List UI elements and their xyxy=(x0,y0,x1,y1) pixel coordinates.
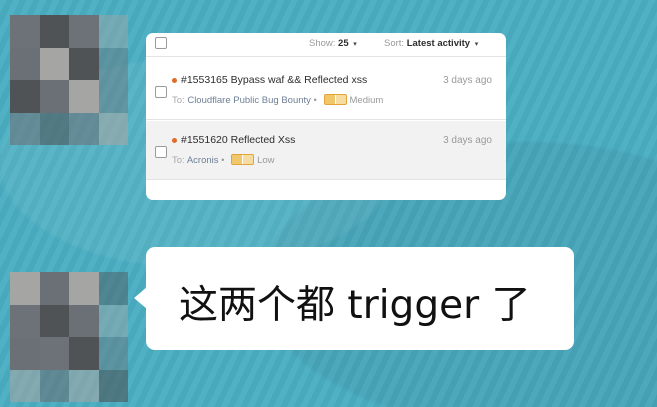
avatar-pixel xyxy=(10,272,40,305)
status-dot-icon xyxy=(172,78,177,83)
avatar-pixel xyxy=(10,112,40,145)
screenshot-card[interactable]: Show: 25 ▾ Sort: Latest activity ▾ #1553… xyxy=(146,33,506,200)
avatar-pixel xyxy=(10,369,40,402)
show-value: 25 xyxy=(338,38,349,49)
sort-value: Latest activity xyxy=(406,38,471,49)
caret-down-icon: ▾ xyxy=(353,41,357,48)
severity-label: Medium xyxy=(349,95,384,106)
status-dot-icon xyxy=(172,138,177,143)
separator: • xyxy=(313,95,317,106)
avatar-pixel xyxy=(39,304,69,337)
sort-dropdown[interactable]: Sort: Latest activity ▾ xyxy=(384,38,478,49)
avatar-pixel xyxy=(98,272,128,305)
avatar-pixel xyxy=(39,112,69,145)
avatar-pixel xyxy=(39,272,69,305)
severity-bar-icon xyxy=(231,154,255,165)
avatar-pixel xyxy=(10,80,40,113)
report-row[interactable]: #1553165 Bypass waf && Reflected xss 3 d… xyxy=(146,61,506,120)
avatar-pixel xyxy=(69,337,99,370)
avatar-pixel xyxy=(69,47,99,80)
avatar-pixel xyxy=(39,47,69,80)
avatar-pixel xyxy=(98,369,128,402)
avatar-pixel xyxy=(10,304,40,337)
row-checkbox[interactable] xyxy=(155,146,167,158)
to-label: To: xyxy=(172,155,185,166)
avatar-pixel xyxy=(10,47,40,80)
report-date: 3 days ago xyxy=(443,135,492,146)
show-dropdown[interactable]: Show: 25 ▾ xyxy=(309,38,357,49)
to-label: To: xyxy=(172,95,185,106)
avatar-pixel xyxy=(98,337,128,370)
avatar-pixel xyxy=(69,272,99,305)
message-text: 这两个都 trigger 了 xyxy=(179,283,531,328)
avatar-pixel xyxy=(10,15,40,48)
avatar-pixel xyxy=(98,15,128,48)
avatar-pixel xyxy=(69,369,99,402)
avatar-pixel xyxy=(69,80,99,113)
avatar-pixel xyxy=(39,15,69,48)
avatar-pixel xyxy=(10,337,40,370)
severity-bar-icon xyxy=(323,94,347,105)
row-checkbox[interactable] xyxy=(155,86,167,98)
select-all-checkbox[interactable] xyxy=(155,37,167,49)
report-date: 3 days ago xyxy=(443,75,492,86)
avatar-pixel xyxy=(98,47,128,80)
report-title[interactable]: #1551620 Reflected Xss xyxy=(181,134,295,146)
report-meta: To: Acronis • Low xyxy=(172,154,275,166)
avatar-pixel xyxy=(69,304,99,337)
avatar-pixel xyxy=(98,112,128,145)
avatar-pixel xyxy=(98,304,128,337)
report-meta: To: Cloudflare Public Bug Bounty • Mediu… xyxy=(172,94,383,106)
avatar[interactable] xyxy=(10,272,128,402)
avatar-pixel xyxy=(39,369,69,402)
caret-down-icon: ▾ xyxy=(474,41,479,48)
report-title[interactable]: #1553165 Bypass waf && Reflected xss xyxy=(181,74,367,86)
avatar-pixel xyxy=(69,15,99,48)
program-link[interactable]: Acronis xyxy=(187,155,219,166)
sort-label: Sort: xyxy=(384,38,405,49)
severity-label: Low xyxy=(257,155,275,166)
avatar-pixel xyxy=(69,112,99,145)
avatar-pixel xyxy=(39,80,69,113)
program-link[interactable]: Cloudflare Public Bug Bounty xyxy=(187,95,311,106)
show-label: Show: xyxy=(309,38,336,49)
list-header: Show: 25 ▾ Sort: Latest activity ▾ xyxy=(146,33,506,57)
separator: • xyxy=(221,155,225,166)
avatar[interactable] xyxy=(10,15,128,145)
avatar-pixel xyxy=(98,80,128,113)
avatar-pixel xyxy=(39,337,69,370)
message-bubble[interactable]: 这两个都 trigger 了 xyxy=(134,247,574,350)
report-row[interactable]: #1551620 Reflected Xss 3 days ago To: Ac… xyxy=(146,121,506,180)
